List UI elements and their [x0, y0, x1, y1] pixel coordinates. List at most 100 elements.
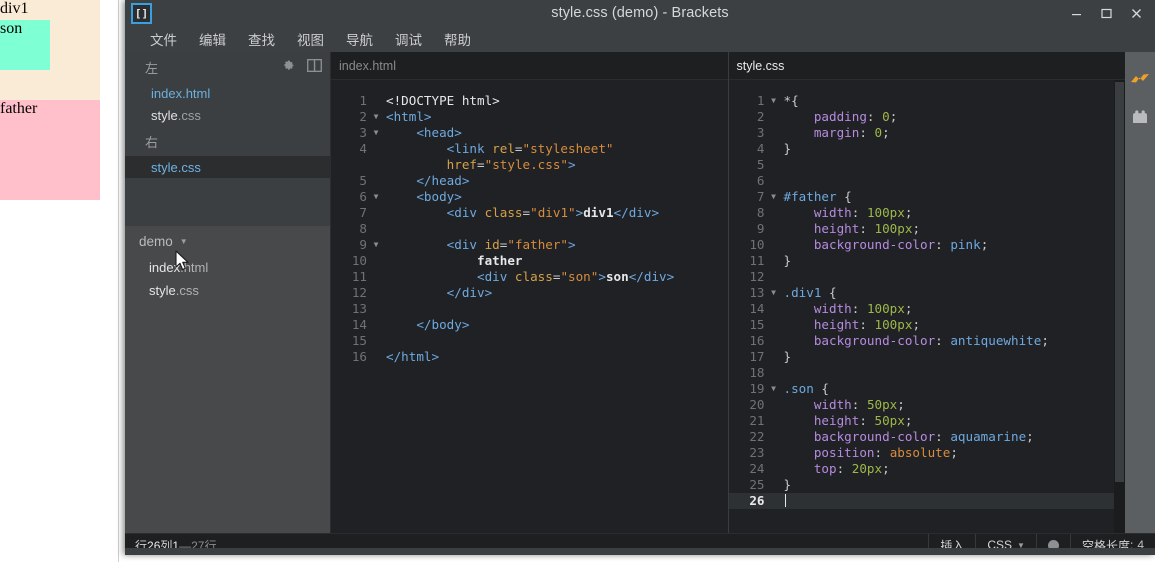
code-line: 15 [331, 333, 728, 349]
code-token: ; [1041, 333, 1049, 348]
preview-father: father [0, 100, 100, 200]
editor-pane-right: style.css 1▼*{2 padding: 0;3 margin: 0;4… [729, 52, 1126, 533]
code-token: background-color [814, 237, 935, 252]
line-number: 11 [331, 269, 370, 285]
code-text [382, 221, 728, 237]
line-number: 22 [729, 429, 768, 445]
code-text [780, 493, 1126, 509]
pane-header-style-css[interactable]: style.css [729, 52, 1126, 80]
live-preview-icon[interactable] [1129, 70, 1151, 90]
code-line: 26 [729, 493, 1126, 509]
code-text: background-color: aquamarine; [780, 429, 1126, 445]
code-text: *{ [780, 93, 1126, 109]
gear-icon[interactable] [282, 59, 295, 75]
project-root-row[interactable]: demo ▼ [125, 226, 330, 256]
working-set-item-index-html[interactable]: index.html [125, 82, 330, 104]
menu-item-debug[interactable]: 调试 [384, 27, 433, 51]
fold-toggle-icon[interactable]: ▼ [370, 125, 382, 141]
working-set-item-style-css-left[interactable]: style.css [125, 104, 330, 126]
code-token: width [814, 205, 852, 220]
code-text: padding: 0; [780, 109, 1126, 125]
fold-toggle-icon[interactable]: ▼ [768, 189, 780, 205]
code-text: } [780, 349, 1126, 365]
line-number: 19 [729, 381, 768, 397]
fold-spacer [370, 221, 382, 237]
code-lines: 1▼*{2 padding: 0;3 margin: 0;4}567▼#fath… [729, 80, 1126, 509]
code-token: : [852, 301, 867, 316]
menu-item-help[interactable]: 帮助 [433, 27, 482, 51]
line-number: 6 [331, 189, 370, 205]
menu-item-find[interactable]: 查找 [237, 27, 286, 51]
menu-item-edit[interactable]: 编辑 [188, 27, 237, 51]
code-token: 100px [875, 317, 913, 332]
file-basename: index [151, 86, 182, 101]
code-token: div1 [583, 205, 613, 220]
fold-spacer [768, 493, 780, 509]
fold-spacer [768, 237, 780, 253]
fold-toggle-icon[interactable]: ▼ [370, 109, 382, 125]
line-number: 13 [729, 285, 768, 301]
code-editor-index-html[interactable]: 1<!DOCTYPE html>2▼<html>3▼ <head>4 <link… [331, 80, 728, 533]
fold-toggle-icon[interactable]: ▼ [370, 237, 382, 253]
scrollbar-thumb[interactable] [1115, 82, 1124, 482]
window-controls [1061, 0, 1151, 26]
maximize-icon[interactable] [1091, 0, 1121, 26]
menu-item-navigate[interactable]: 导航 [335, 27, 384, 51]
working-set-item-style-css-right[interactable]: style.css [125, 156, 330, 178]
code-token: : [935, 429, 950, 444]
code-token: position [814, 445, 875, 460]
tree-item-style-css[interactable]: style.css [125, 279, 330, 302]
code-token: width [814, 301, 852, 316]
preview-div1: div1 son [0, 0, 100, 100]
brackets-logo-icon: [] [131, 3, 152, 24]
code-text: margin: 0; [780, 125, 1126, 141]
code-line: 13▼.div1 { [729, 285, 1126, 301]
code-token: #father [784, 189, 837, 204]
code-token: .div1 [784, 285, 822, 300]
code-token: 50px [875, 413, 905, 428]
line-number: 10 [729, 237, 768, 253]
fold-spacer [370, 205, 382, 221]
split-view-icon[interactable] [307, 59, 322, 75]
code-text: </div> [382, 285, 728, 301]
code-token: <div [477, 269, 515, 284]
code-line: 7▼#father { [729, 189, 1126, 205]
extension-manager-icon[interactable] [1129, 106, 1151, 126]
code-token: : [867, 109, 882, 124]
minimize-icon[interactable] [1061, 0, 1091, 26]
fold-spacer [768, 413, 780, 429]
pane-header-index-html[interactable]: index.html [331, 52, 728, 80]
menu-item-file[interactable]: 文件 [139, 27, 188, 51]
menu-item-view[interactable]: 视图 [286, 27, 335, 51]
code-text: height: 100px; [780, 221, 1126, 237]
editor-vertical-scrollbar[interactable] [1114, 80, 1125, 533]
code-token: : [859, 221, 874, 236]
fold-toggle-icon[interactable]: ▼ [370, 189, 382, 205]
fold-spacer [768, 397, 780, 413]
code-text [780, 269, 1126, 285]
line-number: 20 [729, 397, 768, 413]
fold-toggle-icon[interactable]: ▼ [768, 285, 780, 301]
tree-item-index-html[interactable]: index.html [125, 256, 330, 279]
close-icon[interactable] [1121, 0, 1151, 26]
code-token: { [837, 189, 852, 204]
code-text: top: 20px; [780, 461, 1126, 477]
fold-spacer [768, 253, 780, 269]
fold-spacer [768, 445, 780, 461]
fold-toggle-icon[interactable]: ▼ [768, 381, 780, 397]
chevron-down-icon[interactable]: ▼ [180, 237, 188, 246]
code-text [382, 333, 728, 349]
code-line: 2 padding: 0; [729, 109, 1126, 125]
code-line: 1▼*{ [729, 93, 1126, 109]
fold-spacer [768, 429, 780, 445]
code-token: pink [950, 237, 980, 252]
code-line: 25} [729, 477, 1126, 493]
pane-title: index.html [339, 59, 396, 73]
fold-spacer [768, 301, 780, 317]
code-line: 6▼ <body> [331, 189, 728, 205]
code-token: href [447, 157, 477, 172]
code-text: background-color: antiquewhite; [780, 333, 1126, 349]
code-text: <head> [382, 125, 728, 141]
fold-toggle-icon[interactable]: ▼ [768, 93, 780, 109]
code-editor-style-css[interactable]: 1▼*{2 padding: 0;3 margin: 0;4}567▼#fath… [729, 80, 1126, 533]
